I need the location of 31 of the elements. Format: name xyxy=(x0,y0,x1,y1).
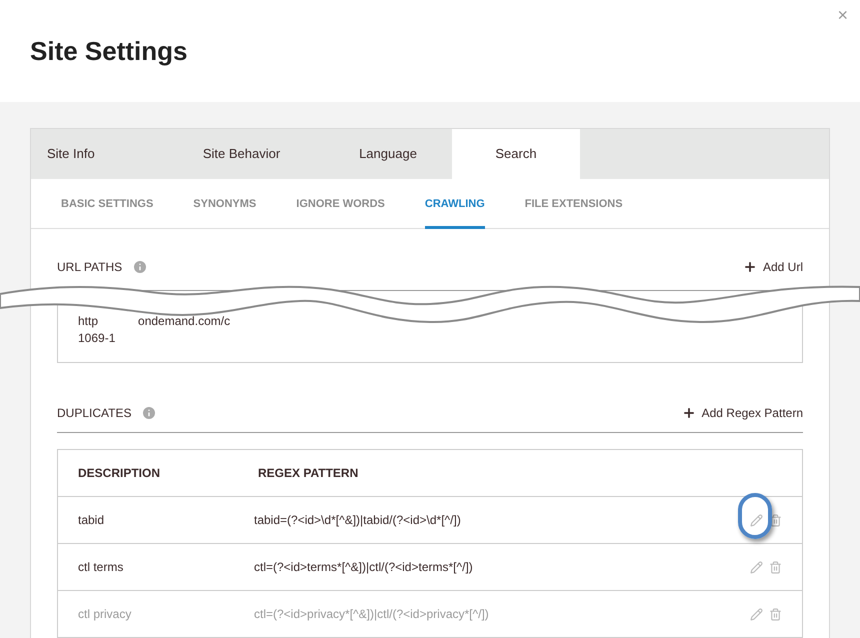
add-url-button[interactable]: Add Url xyxy=(742,258,803,276)
plus-icon xyxy=(742,260,757,274)
tab[interactable]: Search xyxy=(452,129,580,179)
edit-icon[interactable] xyxy=(750,560,763,574)
url-text: 1069-1 xyxy=(78,331,116,345)
add-regex-button[interactable]: Add Regex Pattern xyxy=(682,404,803,422)
table-cell-text: tabid=(?<id>\d*[^&])|tabid/(?<id>\d*[^/]) xyxy=(254,512,462,529)
table-cell-text: ctl=(?<id>privacy*[^&])|ctl/(?<id>privacy*[^/]) xyxy=(254,606,490,623)
delete-icon[interactable] xyxy=(769,560,782,574)
tab[interactable]: Site Info xyxy=(31,129,159,179)
section-title: DUPLICATES xyxy=(57,404,132,422)
table-cell-text: tabid xyxy=(78,512,106,529)
table-cell-text: ctl privacy xyxy=(78,606,132,623)
subtab[interactable]: CRAWLING xyxy=(424,179,485,229)
section-title: URL PATHS xyxy=(57,258,122,276)
column-header: REGEX PATTERN xyxy=(258,465,358,482)
table-cell-text: ctl terms xyxy=(78,559,124,576)
delete-icon[interactable] xyxy=(769,608,782,620)
table-cell-text: ctl=(?<id>terms*[^&])|ctl/(?<id>terms*[^/]) xyxy=(254,559,474,576)
url-text: ondemand.com/c xyxy=(138,313,230,330)
edit-icon[interactable] xyxy=(750,608,763,620)
tab[interactable]: Language xyxy=(324,129,452,179)
tab[interactable]: Site Behavior xyxy=(159,129,324,179)
column-header: DESCRIPTION xyxy=(78,465,162,482)
info-icon[interactable] xyxy=(141,404,158,420)
edit-icon[interactable] xyxy=(750,514,763,526)
url-text: http xyxy=(78,313,98,330)
info-icon[interactable] xyxy=(132,258,148,274)
plus-icon xyxy=(682,406,696,420)
dialog-title: Site Settings xyxy=(30,34,188,68)
delete-icon[interactable] xyxy=(769,514,782,526)
